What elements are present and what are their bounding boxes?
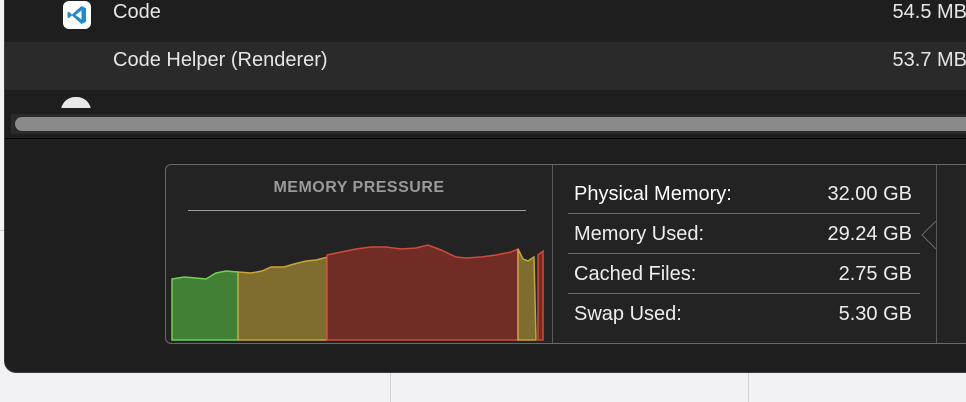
process-name: Code Helper (Renderer) [113,49,328,71]
stat-physical-memory: Physical Memory: 32.00 GB [572,175,918,213]
stat-value: 2.75 GB [838,263,912,285]
stat-value: 5.30 GB [838,303,912,325]
memory-info-panel: MEMORY PRESSURE Physical Memory: 32.00 G… [165,164,966,344]
pressure-segment-red [537,249,544,341]
backdrop-grid-line [390,372,391,402]
stat-label: Cached Files: [574,263,697,285]
process-memory: 53.7 MB [892,49,966,71]
stat-divider [568,293,920,294]
divider [5,138,966,139]
pressure-segment-yellow [237,256,329,341]
callout-pointer-icon [921,221,937,249]
memory-pressure-graph [171,244,544,341]
stat-label: Physical Memory: [574,183,732,205]
stat-cached-files: Cached Files: 2.75 GB [572,255,918,293]
activity-monitor-window: Code 54.5 MB Code Helper (Renderer) 53.7… [4,0,966,373]
panel-separator [552,165,553,343]
stat-divider [568,253,920,254]
stat-value: 32.00 GB [827,183,912,205]
pressure-segment-green [171,270,239,341]
process-row[interactable] [5,90,966,108]
stat-value: 29.24 GB [827,223,912,245]
pressure-segment-yellow [517,248,537,341]
process-memory: 54.5 MB [892,1,966,23]
scrollbar-thumb[interactable] [15,117,966,131]
stat-label: Memory Used: [574,223,705,245]
process-list[interactable]: Code 54.5 MB Code Helper (Renderer) 53.7… [5,0,966,108]
horizontal-scrollbar[interactable] [11,114,966,134]
process-name: Code [113,1,161,23]
stat-divider [568,213,920,214]
panel-separator [936,165,937,343]
stat-swap-used: Swap Used: 5.30 GB [572,295,918,333]
stat-memory-used: Memory Used: 29.24 GB [572,215,918,253]
process-row[interactable]: Code Helper (Renderer) 53.7 MB [5,42,966,90]
backdrop-grid-line [748,372,749,402]
process-icon [61,97,91,108]
vscode-icon [63,1,91,29]
stat-label: Swap Used: [574,303,682,325]
pressure-segment-red [326,244,519,341]
